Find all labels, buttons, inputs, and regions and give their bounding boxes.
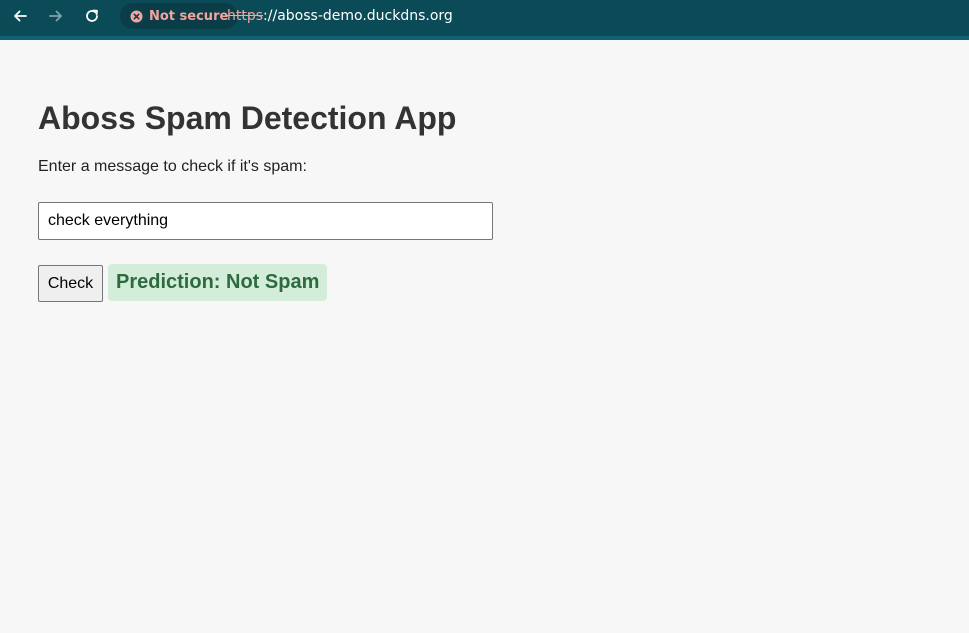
message-input[interactable] bbox=[38, 202, 493, 240]
back-arrow-icon bbox=[12, 8, 28, 24]
prediction-text: Prediction: Not Spam bbox=[116, 271, 320, 293]
page-title: Aboss Spam Detection App bbox=[38, 100, 457, 136]
not-secure-icon bbox=[130, 10, 143, 23]
back-button[interactable] bbox=[6, 4, 34, 28]
check-button[interactable]: Check bbox=[38, 265, 103, 302]
url-scheme: https bbox=[227, 8, 264, 24]
address-bar[interactable]: https://aboss-demo.duckdns.org bbox=[227, 8, 453, 24]
reload-button[interactable] bbox=[78, 4, 106, 28]
message-prompt: Enter a message to check if it's spam: bbox=[38, 158, 307, 175]
url-host: ://aboss-demo.duckdns.org bbox=[263, 8, 453, 24]
page-content: Aboss Spam Detection App Enter a message… bbox=[38, 98, 493, 302]
forward-button[interactable] bbox=[42, 4, 70, 28]
prediction-result: Prediction: Not Spam bbox=[108, 264, 328, 301]
browser-toolbar: Not secure https://aboss-demo.duckdns.or… bbox=[0, 0, 969, 40]
forward-arrow-icon bbox=[48, 8, 64, 24]
site-security-chip[interactable]: Not secure bbox=[120, 3, 239, 29]
security-label: Not secure bbox=[149, 8, 229, 24]
reload-icon bbox=[84, 8, 100, 24]
